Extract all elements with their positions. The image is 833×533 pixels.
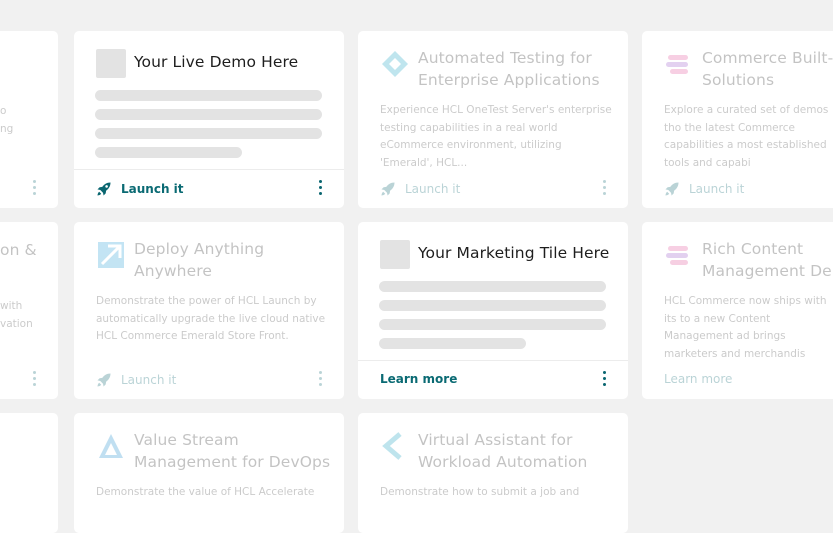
accelerate-logo-icon (99, 434, 123, 458)
text-placeholder (95, 147, 242, 158)
card-title: Virtual Assistant for Workload Automatio… (418, 431, 588, 471)
deploy-anything-card[interactable]: Deploy Anything Anywhere Demonstrate the… (74, 222, 344, 399)
card-description: HCL Commerce now ships with its to a new… (664, 295, 827, 360)
more-vertical-icon[interactable] (32, 371, 36, 387)
value-stream-card[interactable]: Value Stream Management for DevOps Demon… (74, 413, 344, 533)
card-description: Explore a curated set of demos tho the l… (664, 104, 829, 169)
demo-card-partial-left[interactable] (0, 413, 58, 533)
more-vertical-icon[interactable] (318, 180, 322, 196)
launch-it-button[interactable]: Launch it (96, 372, 176, 388)
card-description: with vation (0, 300, 33, 330)
more-vertical-icon[interactable] (602, 180, 606, 196)
more-vertical-icon[interactable] (318, 371, 322, 387)
rich-content-card[interactable]: Rich Content Management Der HCL Commerce… (642, 222, 833, 399)
launch-it-button[interactable]: Launch it (96, 181, 184, 197)
marketing-tile-card[interactable]: Your Marketing Tile Here Learn more (358, 222, 628, 399)
learn-more-label: Learn more (664, 372, 733, 386)
text-placeholder (379, 319, 606, 330)
logo-placeholder (380, 240, 410, 269)
text-placeholder (379, 281, 606, 292)
text-placeholder (379, 338, 526, 349)
card-title: Commerce Built- Solutions (702, 49, 833, 89)
card-description: Demonstrate the power of HCL Launch by a… (96, 295, 326, 342)
more-vertical-icon[interactable] (32, 180, 36, 196)
rocket-icon (665, 182, 679, 196)
card-title: Your Marketing Tile Here (418, 244, 610, 262)
rocket-icon (97, 182, 111, 196)
card-description: o ng (0, 105, 14, 135)
card-description: Demonstrate the value of HCL Accelerate (96, 486, 315, 498)
learn-more-label: Learn more (380, 372, 458, 386)
text-placeholder (95, 90, 322, 101)
card-description: Demonstrate how to submit a job and (380, 486, 580, 498)
launch-it-button[interactable]: Launch it (380, 181, 460, 197)
learn-more-link[interactable]: Learn more (380, 372, 457, 386)
card-title: Deploy Anything Anywhere (134, 240, 265, 280)
automated-testing-card[interactable]: Automated Testing for Enterprise Applica… (358, 31, 628, 208)
logo-placeholder (96, 49, 126, 78)
virtual-assistant-card[interactable]: Virtual Assistant for Workload Automatio… (358, 413, 628, 533)
demo-card-partial-left[interactable]: on & with vation (0, 222, 58, 399)
card-title: Value Stream Management for DevOps (134, 431, 331, 471)
workload-logo-icon (382, 432, 402, 460)
card-title: Automated Testing for Enterprise Applica… (418, 49, 600, 89)
stripes-logo-icon (666, 55, 688, 74)
card-title: Your Live Demo Here (134, 53, 299, 71)
text-placeholder (379, 300, 606, 311)
card-title: Rich Content Management Der (702, 240, 833, 280)
learn-more-link[interactable]: Learn more (664, 372, 732, 386)
launch-it-button[interactable]: Launch it (664, 181, 744, 197)
launch-it-label: Launch it (689, 182, 745, 196)
text-placeholder (95, 128, 322, 139)
launch-logo-icon (98, 242, 124, 268)
stripes-logo-icon (666, 246, 688, 265)
more-vertical-icon[interactable] (602, 371, 606, 387)
launch-it-label: Launch it (405, 182, 461, 196)
rocket-icon (97, 373, 111, 387)
launch-it-label: Launch it (121, 182, 184, 196)
diamond-logo-icon (382, 51, 408, 77)
commerce-solutions-card[interactable]: Commerce Built- Solutions Explore a cura… (642, 31, 833, 208)
live-demo-card[interactable]: Your Live Demo Here Launch it (74, 31, 344, 208)
card-description: Experience HCL OneTest Server's enterpri… (380, 104, 612, 169)
rocket-icon (381, 182, 395, 196)
launch-it-label: Launch it (121, 373, 177, 387)
demo-card-partial-left[interactable]: o ng (0, 31, 58, 208)
text-placeholder (95, 109, 322, 120)
card-title: on & (0, 241, 37, 259)
